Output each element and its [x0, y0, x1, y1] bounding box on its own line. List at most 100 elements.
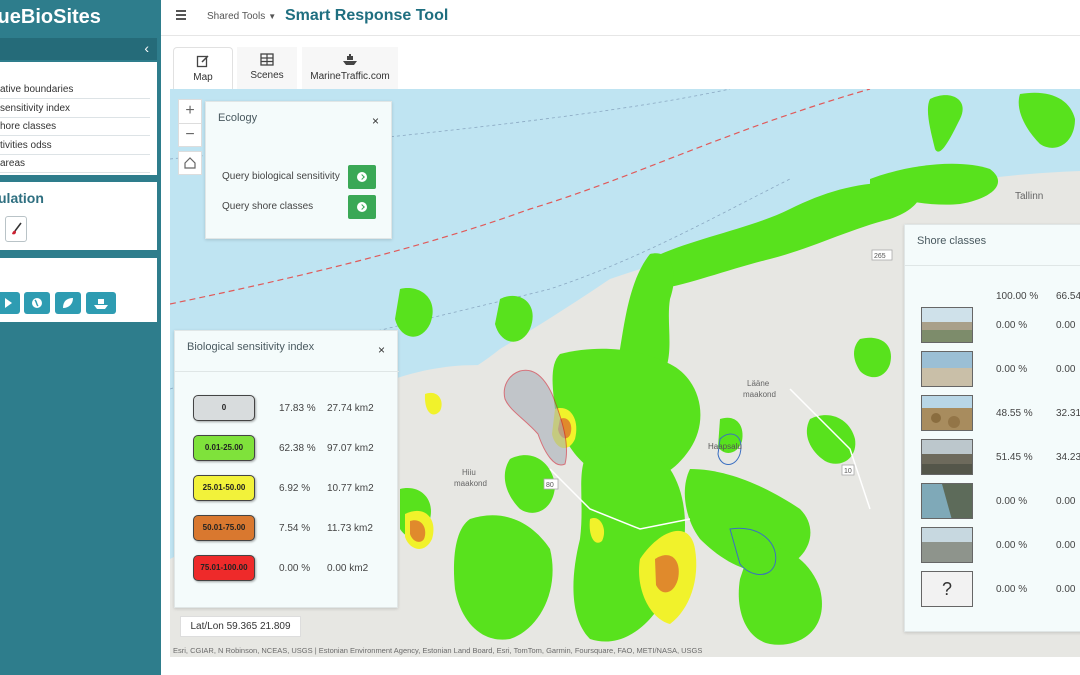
globe-icon: [32, 298, 42, 308]
caret-down-icon: ▼: [268, 12, 277, 21]
tab-bar: Map Scenes MarineTraffic.com: [161, 37, 1080, 89]
road-shield-label: 10: [844, 468, 852, 475]
shore-row: 0.00 % 0.00: [921, 483, 1080, 521]
unknown-class-icon: ?: [941, 579, 952, 599]
table-icon: [260, 53, 274, 66]
bio-row: 25.01-50.00 6.92 % 10.77 km2: [193, 475, 393, 503]
layer-item[interactable]: sensitivity index: [0, 100, 150, 118]
bio-percent: 17.83 %: [279, 403, 316, 414]
place-label: maakond: [454, 479, 487, 488]
layer-item[interactable]: areas: [0, 155, 150, 173]
query-biological-sensitivity-button[interactable]: [348, 165, 376, 189]
shore-thumbnail: [921, 395, 973, 431]
ship-icon: [94, 299, 108, 309]
app-logo: lueBioSites: [0, 6, 101, 28]
shore-percent: 0.00 %: [996, 496, 1028, 507]
bio-row: 0 17.83 % 27.74 km2: [193, 395, 393, 423]
bio-percent: 6.92 %: [279, 483, 311, 494]
shore-thumbnail: [921, 439, 973, 475]
shared-tools-label: Shared Tools: [207, 11, 266, 22]
shore-thumbnail: [921, 307, 973, 343]
query-label: Query biological sensitivity: [222, 171, 340, 182]
edit-icon: [196, 55, 209, 68]
shared-tools-dropdown[interactable]: Shared Tools ▼: [207, 11, 276, 22]
shore-total-percent: 100.00 %: [996, 291, 1039, 302]
ecology-title: Ecology: [218, 112, 258, 124]
shore-thumbnail: [921, 483, 973, 519]
query-label: Query shore classes: [222, 201, 314, 212]
shore-row: 0.00 % 0.00: [921, 351, 1080, 389]
divider: [175, 371, 399, 372]
hamburger-menu-icon[interactable]: [176, 10, 186, 20]
leaf-icon: [63, 298, 73, 308]
zoom-out-button[interactable]: −: [179, 123, 201, 146]
legend-chip: 50.01-75.00: [193, 515, 255, 541]
shore-row: 0.00 % 0.00: [921, 307, 1080, 345]
legend-chip: 25.01-50.00: [193, 475, 255, 501]
leaf-button[interactable]: [55, 292, 81, 314]
tab-label: Map: [193, 72, 213, 83]
bio-row: 75.01-100.00 0.00 % 0.00 km2: [193, 555, 393, 583]
place-label: Hiiu: [462, 468, 476, 477]
sidebar-collapse-bar[interactable]: ‹: [0, 38, 157, 60]
place-label: Lääne: [747, 379, 770, 388]
bio-area: 27.74 km2: [327, 403, 374, 414]
bio-area: 11.73 km2: [327, 523, 373, 534]
layer-item[interactable]: ative boundaries: [0, 81, 150, 99]
shore-percent: 0.00 %: [996, 584, 1028, 595]
shore-percent: 48.55 %: [996, 408, 1033, 419]
place-label: Tallinn: [1015, 191, 1043, 202]
bio-percent: 0.00 %: [279, 563, 311, 574]
layer-list: ative boundaries sensitivity index hore …: [0, 62, 157, 175]
query-shore-classes-button[interactable]: [348, 195, 376, 219]
play-button[interactable]: [0, 292, 20, 314]
bio-percent: 7.54 %: [279, 523, 311, 534]
layer-item[interactable]: tivities odss: [0, 137, 150, 155]
legend-chip: 75.01-100.00: [193, 555, 255, 581]
legend-chip: 0: [193, 395, 255, 421]
shore-area: 0.00: [1056, 364, 1076, 375]
sidebar: lueBioSites ‹ ative boundaries sensitivi…: [0, 0, 161, 675]
ecology-panel: Ecology × Query biological sensitivity Q…: [205, 101, 392, 239]
ship-icon: [343, 54, 357, 65]
ship-button[interactable]: [86, 292, 116, 314]
globe-button[interactable]: [24, 292, 50, 314]
map-attribution: Esri, CGIAR, N Robinson, NCEAS, USGS | E…: [173, 646, 703, 655]
shore-percent: 51.45 %: [996, 452, 1033, 463]
tab-marinetraffic[interactable]: MarineTraffic.com: [302, 47, 398, 89]
road-shield-label: 80: [546, 482, 554, 489]
shore-panel-title: Shore classes: [917, 235, 987, 247]
tab-map[interactable]: Map: [173, 47, 233, 89]
shore-percent: 0.00 %: [996, 320, 1028, 331]
zoom-control: + −: [178, 99, 202, 147]
bio-percent: 62.38 %: [279, 443, 316, 454]
legend-chip: 0.01-25.00: [193, 435, 255, 461]
shore-area: 34.23: [1056, 452, 1080, 463]
simulation-panel: ulation: [0, 182, 157, 250]
chevron-left-icon[interactable]: ‹: [144, 40, 149, 56]
latlon-readout: Lat/Lon 59.365 21.809: [180, 616, 301, 637]
shore-area: 0.00: [1056, 584, 1076, 595]
shore-thumbnail: [921, 351, 973, 387]
shore-percent: 0.00 %: [996, 364, 1028, 375]
tab-label: Scenes: [250, 70, 284, 81]
close-icon[interactable]: ×: [378, 343, 385, 357]
shore-thumbnail: ?: [921, 571, 973, 607]
shore-area: 0.00: [1056, 540, 1076, 551]
simulation-title: ulation: [0, 190, 44, 206]
tab-scenes[interactable]: Scenes: [237, 47, 297, 89]
zoom-in-button[interactable]: +: [179, 100, 201, 123]
tab-label: MarineTraffic.com: [310, 71, 390, 82]
shore-row: 51.45 % 34.23: [921, 439, 1080, 477]
home-button[interactable]: [178, 151, 202, 175]
bio-area: 10.77 km2: [327, 483, 374, 494]
shore-total-area: 66.54: [1056, 291, 1080, 302]
play-icon: [5, 298, 12, 308]
bio-panel-title: Biological sensitivity index: [187, 341, 315, 353]
layer-item[interactable]: hore classes: [0, 118, 150, 136]
close-icon[interactable]: ×: [372, 114, 379, 128]
shore-classes-panel: Shore classes 100.00 % 66.54 0.00 % 0.00…: [904, 224, 1080, 632]
brush-button[interactable]: [5, 216, 27, 242]
shore-thumbnail: [921, 527, 973, 563]
divider: [905, 265, 1080, 266]
